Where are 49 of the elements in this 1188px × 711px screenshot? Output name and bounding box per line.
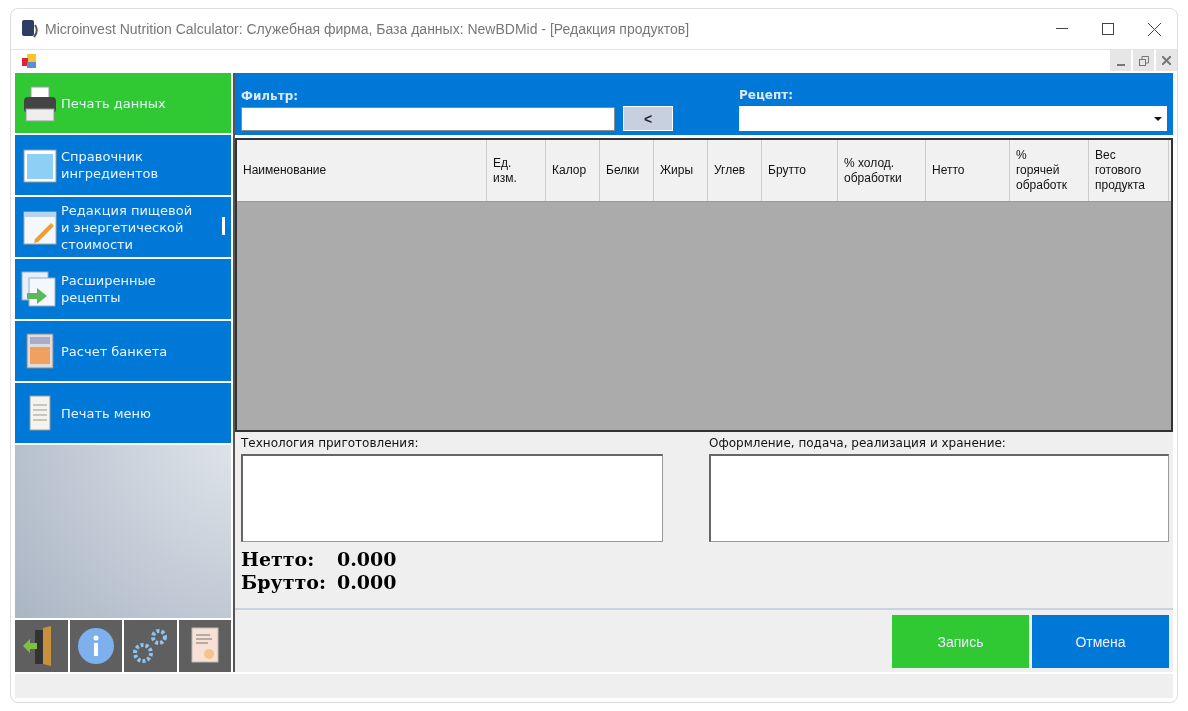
column-header[interactable]: Вес готового продукта — [1089, 140, 1169, 201]
column-header[interactable]: Белки — [600, 140, 654, 201]
restore-button[interactable] — [1133, 50, 1154, 71]
minimize-icon[interactable] — [1056, 28, 1068, 30]
minimize-icon — [1116, 63, 1125, 66]
printer-icon — [21, 83, 59, 123]
column-header[interactable]: Ед. изм. — [487, 140, 546, 201]
notes-field[interactable] — [709, 454, 1169, 542]
tool-button[interactable] — [178, 620, 231, 672]
minimize-button[interactable] — [1110, 50, 1131, 71]
documents-arrow-icon — [21, 269, 59, 309]
total-value: 0.000 — [337, 548, 397, 571]
column-header[interactable]: % горячей обработк — [1010, 140, 1089, 201]
restore-icon — [1138, 55, 1149, 66]
sidebar-item[interactable]: Расширенные рецепты — [15, 259, 231, 319]
filter-label: Фильтр: — [241, 89, 300, 103]
recipe-label: Рецепт: — [739, 88, 794, 102]
maximize-icon[interactable] — [1102, 23, 1114, 35]
app-icon — [21, 19, 39, 39]
tool-button[interactable] — [69, 620, 122, 672]
notes-label: Оформление, подача, реализация и хранение: — [709, 436, 1007, 450]
tool-button[interactable] — [124, 620, 177, 672]
column-header[interactable]: % холод. обработки — [838, 140, 926, 201]
total-label: Нетто: — [241, 548, 316, 571]
total-label: Брутто: — [241, 571, 327, 594]
notes-label: Технология приготовления: — [241, 436, 420, 450]
form-icon — [21, 52, 37, 69]
certificate-icon — [189, 626, 220, 666]
column-header[interactable]: Углев — [708, 140, 762, 201]
info-icon — [76, 627, 115, 665]
sidebar-item[interactable]: Расчет банкета — [15, 321, 231, 381]
close-icon[interactable] — [1147, 22, 1161, 36]
column-header[interactable]: Брутто — [762, 140, 838, 201]
sidebar-item[interactable]: Печать меню — [15, 383, 231, 443]
filter-field[interactable] — [241, 107, 615, 131]
close-button[interactable] — [1156, 50, 1177, 71]
column-header[interactable]: Калор — [546, 140, 600, 201]
column-header[interactable]: Наименование — [237, 140, 487, 201]
column-header[interactable]: Жиры — [654, 140, 708, 201]
notes-field[interactable] — [241, 454, 663, 542]
back-button[interactable]: < — [623, 106, 673, 131]
sidebar-item[interactable]: Редакция пищевой и энергетической стоимости — [15, 197, 231, 257]
cancel-button[interactable]: Отмена — [1032, 615, 1169, 668]
total-value: 0.000 — [337, 571, 397, 594]
column-header[interactable]: Нетто — [926, 140, 1010, 201]
window-title: Microinvest Nutrition Calculator: Служебная фирма, База данных: NewBDMid - [Редакция продуктов] — [45, 21, 691, 37]
close-icon — [1162, 56, 1171, 65]
tool-button[interactable] — [15, 620, 68, 672]
sidebar-item[interactable]: Справочник ингредиентов — [15, 135, 231, 195]
